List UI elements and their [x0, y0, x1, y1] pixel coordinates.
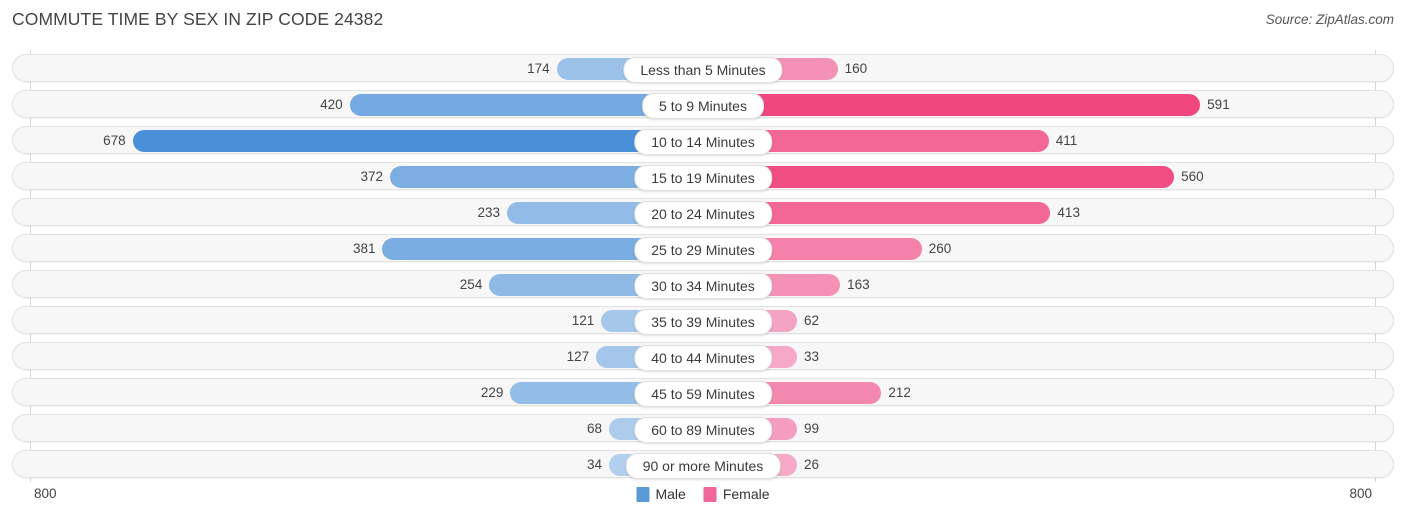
chart-footer: 800 800 Male Female: [0, 486, 1406, 512]
value-label-female: 591: [1207, 97, 1230, 112]
table-row[interactable]: 254 163 30 to 34 Minutes: [12, 270, 1394, 299]
legend-item[interactable]: Male: [636, 486, 686, 502]
category-label: 40 to 44 Minutes: [634, 345, 772, 371]
source-attribution: Source: ZipAtlas.com: [1265, 12, 1394, 27]
value-label-female: 26: [804, 457, 820, 472]
table-row[interactable]: 34 26 90 or more Minutes: [12, 450, 1394, 479]
axis-tick-right: 800: [1349, 486, 1372, 501]
table-row[interactable]: 233 413 20 to 24 Minutes: [12, 198, 1394, 227]
value-label-male: 233: [477, 205, 500, 220]
category-label: 20 to 24 Minutes: [634, 201, 772, 227]
category-label: 10 to 14 Minutes: [634, 129, 772, 155]
value-label-male: 229: [480, 385, 504, 400]
category-label: Less than 5 Minutes: [623, 57, 783, 83]
category-label: 25 to 29 Minutes: [634, 237, 772, 263]
value-label-male: 254: [459, 277, 483, 292]
value-label-female: 160: [844, 61, 868, 76]
category-label: 60 to 89 Minutes: [634, 417, 772, 443]
value-label-male: 381: [352, 241, 376, 256]
table-row[interactable]: 229 212 45 to 59 Minutes: [12, 378, 1394, 407]
table-row[interactable]: 174 160 Less than 5 Minutes: [12, 54, 1394, 83]
table-row[interactable]: 127 33 40 to 44 Minutes: [12, 342, 1394, 371]
axis-tick-left: 800: [34, 486, 57, 501]
value-label-male: 34: [586, 457, 602, 472]
bar-female[interactable]: [703, 94, 1201, 116]
value-label-female: 62: [804, 313, 820, 328]
chart-plot-area: 174 160 Less than 5 Minutes 420 591 5 to 9 Mi…: [0, 50, 1406, 482]
table-row[interactable]: 678 411 10 to 14 Minutes: [12, 126, 1394, 155]
table-row[interactable]: 121 62 35 to 39 Minutes: [12, 306, 1394, 335]
value-label-female: 413: [1057, 205, 1080, 220]
value-label-female: 163: [847, 277, 870, 292]
value-label-male: 174: [527, 61, 550, 76]
value-label-male: 678: [103, 133, 126, 148]
table-row[interactable]: 420 591 5 to 9 Minutes: [12, 90, 1394, 119]
legend-swatch-icon: [703, 486, 717, 502]
value-label-female: 560: [1181, 169, 1204, 184]
legend-swatch-icon: [636, 486, 650, 502]
bar-female[interactable]: [703, 166, 1175, 188]
value-label-female: 411: [1055, 133, 1078, 148]
category-label: 30 to 34 Minutes: [634, 273, 772, 299]
legend-label: Female: [722, 486, 770, 502]
value-label-male: 127: [566, 349, 590, 364]
chart-legend: Male Female: [636, 486, 770, 502]
category-label: 45 to 59 Minutes: [634, 381, 772, 407]
bar-male[interactable]: [132, 130, 703, 152]
table-row[interactable]: 381 260 25 to 29 Minutes: [12, 234, 1394, 263]
value-label-male: 372: [360, 169, 384, 184]
legend-item[interactable]: Female: [703, 486, 770, 502]
value-label-male: 420: [320, 97, 343, 112]
table-row[interactable]: 68 99 60 to 89 Minutes: [12, 414, 1394, 443]
value-label-male: 121: [571, 313, 595, 328]
category-label: 35 to 39 Minutes: [634, 309, 772, 335]
legend-label: Male: [655, 486, 686, 502]
page-title: COMMUTE TIME BY SEX IN ZIP CODE 24382: [12, 9, 384, 29]
value-label-male: 68: [586, 421, 602, 436]
category-label: 5 to 9 Minutes: [642, 93, 764, 119]
value-label-female: 212: [888, 385, 911, 400]
category-label: 15 to 19 Minutes: [634, 165, 772, 191]
value-label-female: 260: [928, 241, 952, 256]
value-label-female: 33: [804, 349, 820, 364]
value-label-female: 99: [804, 421, 820, 436]
table-row[interactable]: 372 560 15 to 19 Minutes: [12, 162, 1394, 191]
category-label: 90 or more Minutes: [625, 453, 781, 479]
